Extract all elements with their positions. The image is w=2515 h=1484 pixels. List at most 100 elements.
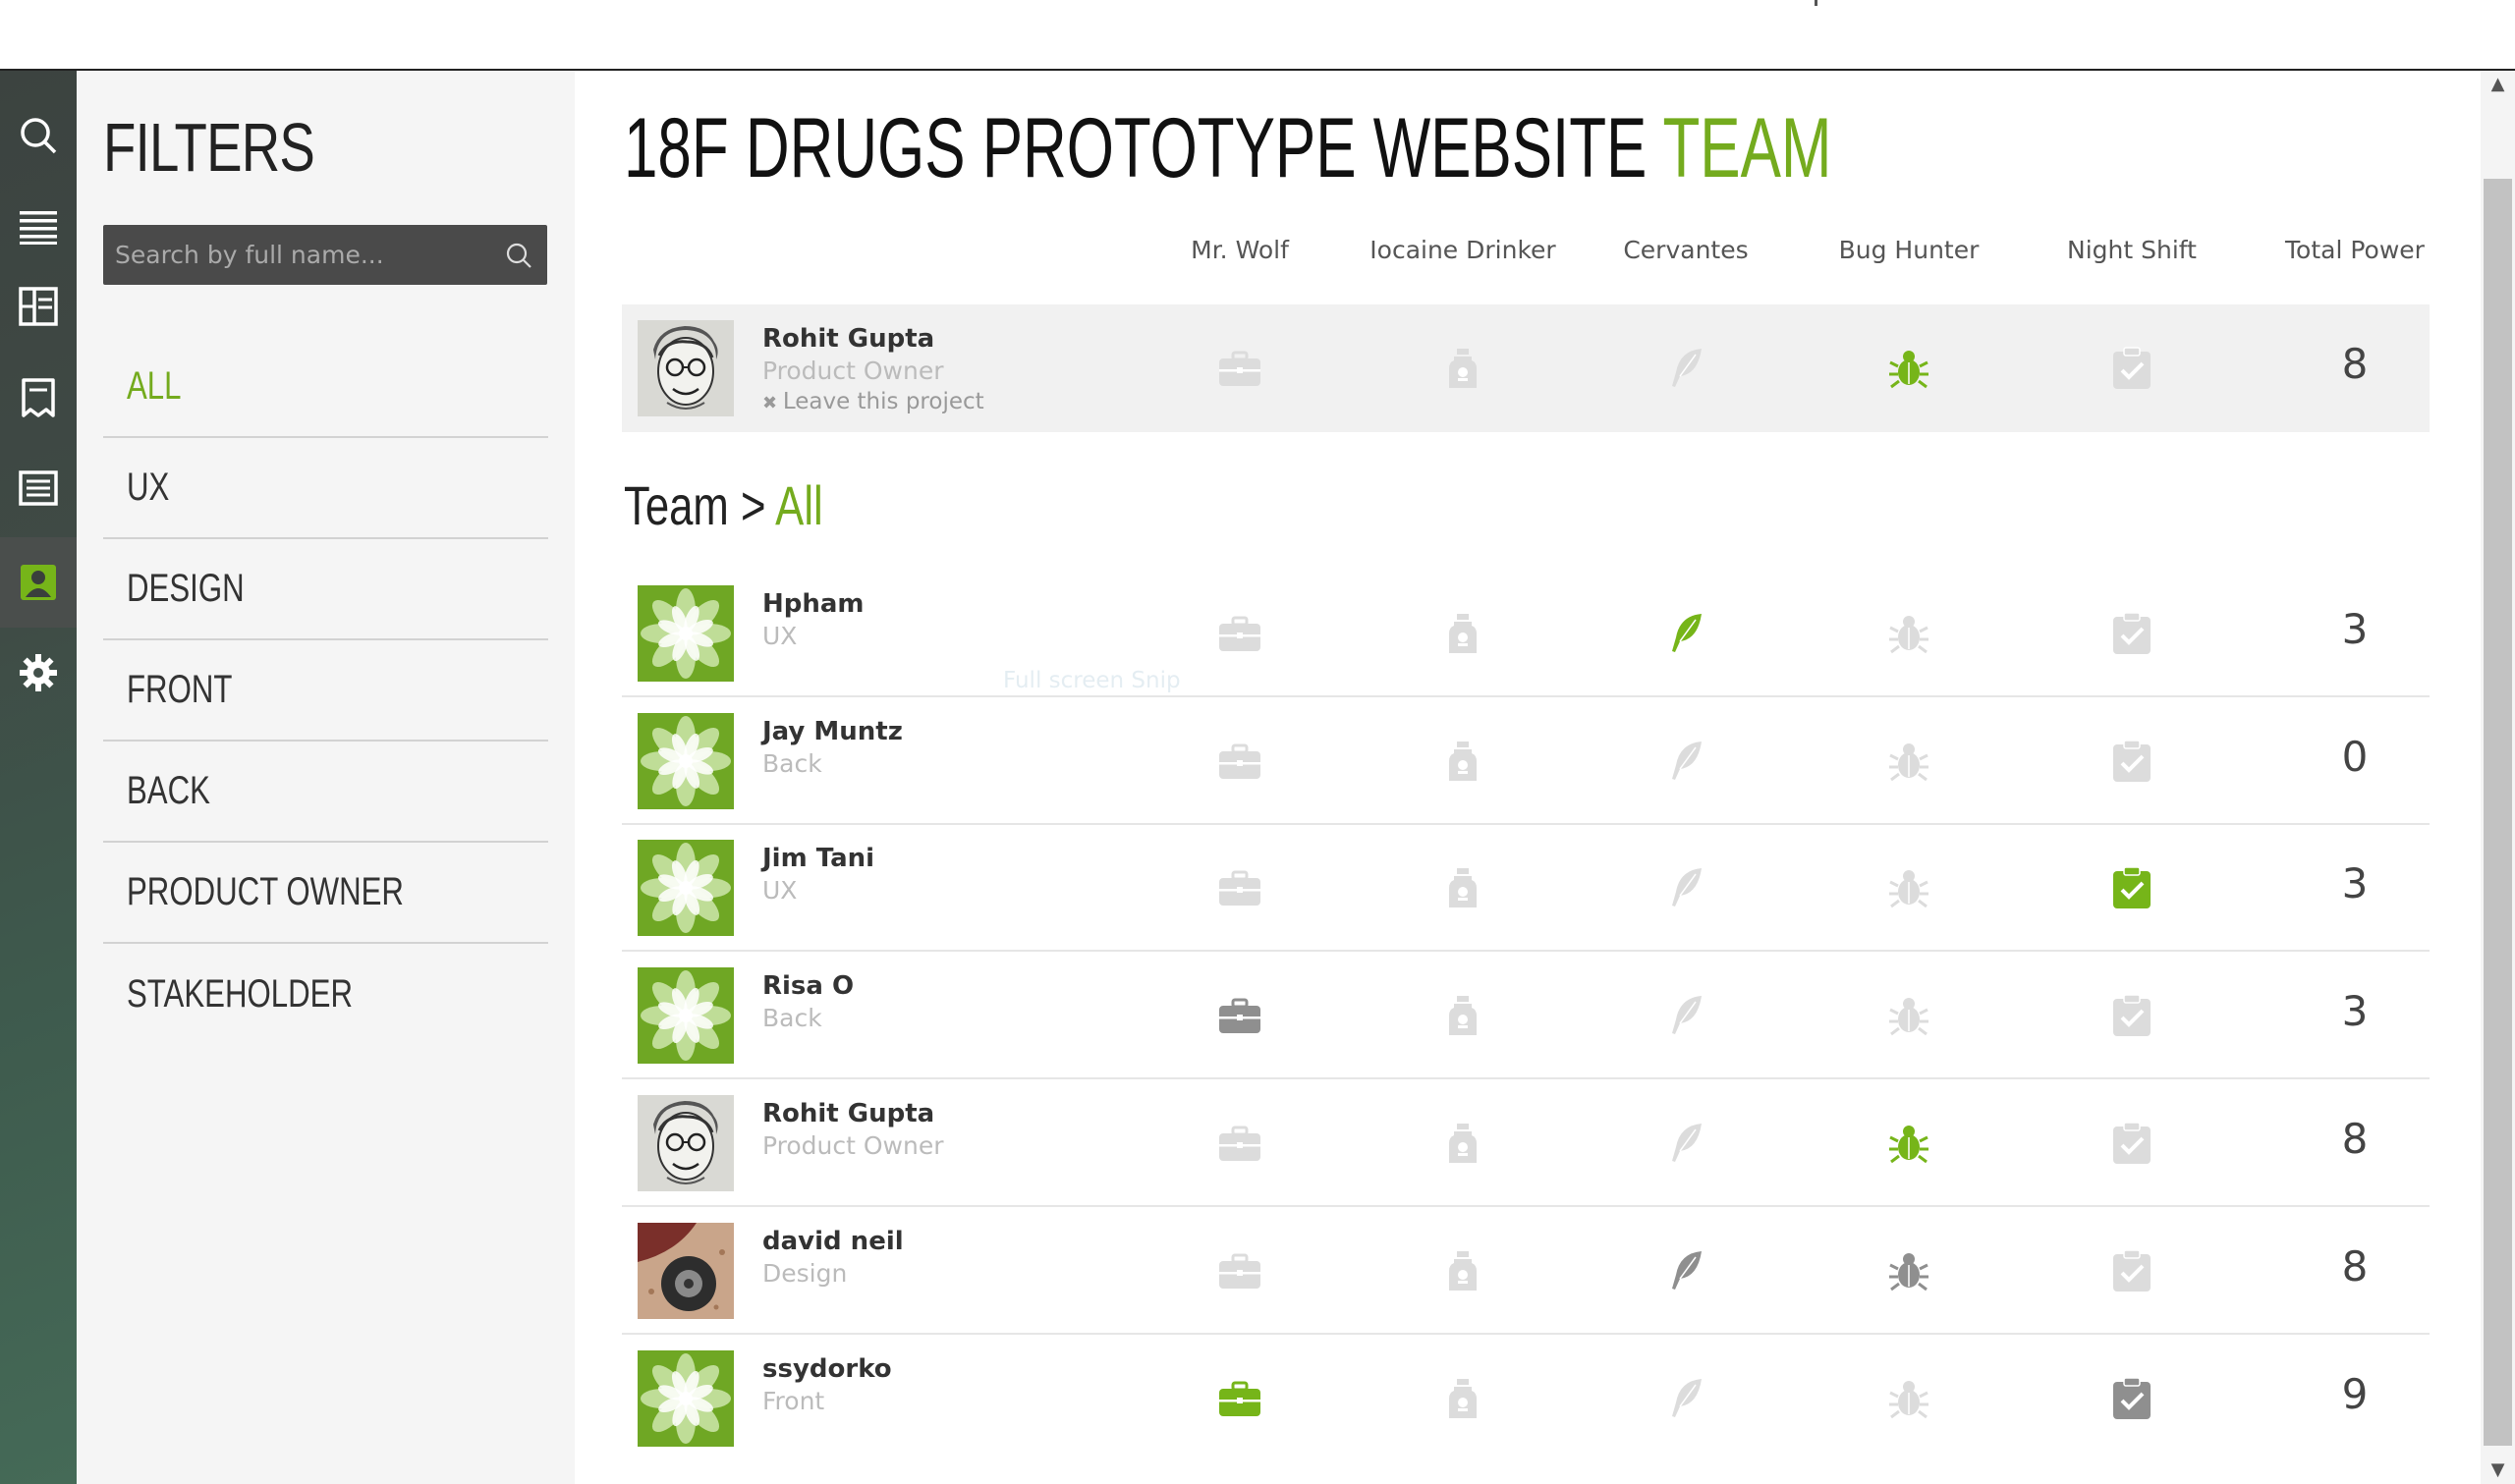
member-role: Back: [762, 749, 822, 778]
member-role: UX: [762, 876, 798, 905]
total-power-value: 0: [2341, 733, 2369, 781]
member-role: Back: [762, 1004, 822, 1032]
bottle-icon: [1449, 614, 1477, 653]
flower-avatar-icon: [638, 585, 734, 682]
search-input[interactable]: [103, 225, 510, 285]
team-member-row[interactable]: Jim Tani UX 3: [622, 824, 2430, 952]
rail-layout[interactable]: [0, 261, 77, 352]
filter-item-front[interactable]: FRONT: [103, 640, 548, 742]
filter-item-label: UX: [127, 466, 170, 509]
briefcase-icon: [1219, 743, 1260, 779]
total-power-value: 3: [2341, 987, 2369, 1035]
member-name: Jim Tani: [762, 844, 875, 873]
clipboard-check-icon: [2113, 347, 2151, 389]
layout-icon: [19, 287, 58, 326]
clipboard-check-icon: [2113, 994, 2151, 1036]
bug-icon: [1889, 351, 1928, 389]
feather-icon: [1672, 742, 1702, 780]
feather-icon: [1672, 996, 1702, 1034]
bug-icon: [1889, 870, 1928, 908]
bug-icon: [1889, 1126, 1928, 1164]
total-power-value: 8: [2341, 340, 2369, 388]
filter-item-product-owner[interactable]: PRODUCT OWNER: [103, 843, 548, 944]
filter-item-back[interactable]: BACK: [103, 742, 548, 843]
team-member-row[interactable]: Jay Muntz Back 0: [622, 697, 2430, 825]
filter-item-label: PRODUCT OWNER: [127, 870, 404, 913]
icon-rail: [0, 71, 77, 1484]
member-name: david neil: [762, 1227, 904, 1256]
main-content: 18F DRUGS PROTOTYPE WEBSITE TEAM Mr. Wol…: [575, 71, 2481, 1484]
scroll-down-arrow[interactable]: ▼: [2481, 1457, 2515, 1484]
bottle-icon: [1449, 1379, 1477, 1418]
filter-item-label: DESIGN: [127, 567, 245, 610]
search-icon: [21, 118, 57, 154]
page-title-main: 18F DRUGS PROTOTYPE WEBSITE: [624, 101, 1648, 195]
rail-search[interactable]: [0, 90, 77, 181]
team-member-row[interactable]: Rohit Gupta Product Owner 8: [622, 1079, 2430, 1207]
team-member-row[interactable]: ssydorko Front 9: [622, 1335, 2430, 1462]
scroll-up-arrow[interactable]: ▲: [2481, 71, 2515, 98]
flower-avatar-icon: [638, 713, 734, 809]
bottle-icon: [1449, 996, 1477, 1035]
vertical-scrollbar[interactable]: ▲ ▼: [2481, 71, 2515, 1484]
briefcase-icon: [1219, 870, 1260, 906]
member-role: Front: [762, 1387, 825, 1415]
rail-settings[interactable]: [0, 628, 77, 718]
filter-item-label: BACK: [127, 769, 210, 812]
bug-icon: [1889, 743, 1928, 782]
team-heading-prefix: Team >: [624, 474, 766, 536]
clipboard-check-icon: [2113, 866, 2151, 908]
filter-item-stakeholder[interactable]: STAKEHOLDER: [103, 944, 548, 1045]
gear-icon: [20, 654, 57, 691]
feather-icon: [1672, 349, 1702, 387]
team-member-row[interactable]: david neil Design 8: [622, 1207, 2430, 1335]
filter-item-label: ALL: [127, 364, 182, 408]
filters-panel: FILTERS ALL UX DESIGN FRONT BACK PRODUCT OWNE…: [77, 71, 575, 1484]
total-power-value: 8: [2341, 1242, 2369, 1291]
filter-item-all[interactable]: ALL: [103, 337, 548, 438]
member-name: ssydorko: [762, 1354, 892, 1384]
filter-item-ux[interactable]: UX: [103, 438, 548, 539]
rail-documents[interactable]: [0, 443, 77, 533]
page-title: 18F DRUGS PROTOTYPE WEBSITE TEAM: [624, 100, 1831, 197]
member-role: Design: [762, 1259, 848, 1288]
bug-icon: [1889, 1253, 1928, 1292]
total-power-value: 3: [2341, 605, 2369, 653]
clipboard-check-icon: [2113, 1122, 2151, 1164]
member-name: Risa O: [762, 971, 855, 1001]
team-heading: Team > All: [624, 473, 823, 537]
search-box: [103, 225, 547, 285]
total-power-value: 3: [2341, 859, 2369, 907]
ghost-overlay-text: Full screen Snip: [1003, 668, 1181, 693]
leave-project-label: Leave this project: [782, 389, 984, 414]
search-icon[interactable]: [504, 241, 533, 270]
rail-team[interactable]: [0, 537, 77, 628]
bottle-icon: [1449, 349, 1477, 388]
scroll-thumb[interactable]: [2484, 179, 2512, 1446]
total-power-value: 8: [2341, 1115, 2369, 1163]
rail-receipt[interactable]: [0, 353, 77, 443]
browser-topbar: [0, 0, 2515, 71]
briefcase-icon: [1219, 351, 1260, 386]
flower-avatar-icon: [638, 1350, 734, 1447]
team-member-row[interactable]: Hpham UX 3: [622, 570, 2430, 697]
team-member-row[interactable]: Risa O Back 3: [622, 952, 2430, 1079]
caricature-avatar-icon: [638, 1095, 734, 1191]
filter-item-design[interactable]: DESIGN: [103, 539, 548, 640]
column-header-iocaine-drinker: Iocaine Drinker: [1369, 236, 1556, 264]
list-icon: [20, 211, 57, 245]
member-name: Hpham: [762, 589, 865, 619]
feather-icon: [1672, 868, 1702, 907]
topbar-mark: [1815, 0, 1817, 6]
filter-item-label: FRONT: [127, 668, 233, 711]
filter-list: ALL UX DESIGN FRONT BACK PRODUCT OWNER STAKEHO…: [103, 364, 548, 1045]
member-role: UX: [762, 622, 798, 650]
column-header-mr-wolf: Mr. Wolf: [1191, 236, 1289, 264]
leave-project-link[interactable]: ✖ Leave this project: [762, 389, 984, 414]
page-title-accent: TEAM: [1662, 101, 1832, 195]
rail-list[interactable]: [0, 181, 77, 271]
briefcase-icon: [1219, 1381, 1260, 1416]
member-name: Jay Muntz: [762, 717, 903, 746]
bottle-icon: [1449, 1124, 1477, 1163]
member-role: Product Owner: [762, 1131, 944, 1160]
